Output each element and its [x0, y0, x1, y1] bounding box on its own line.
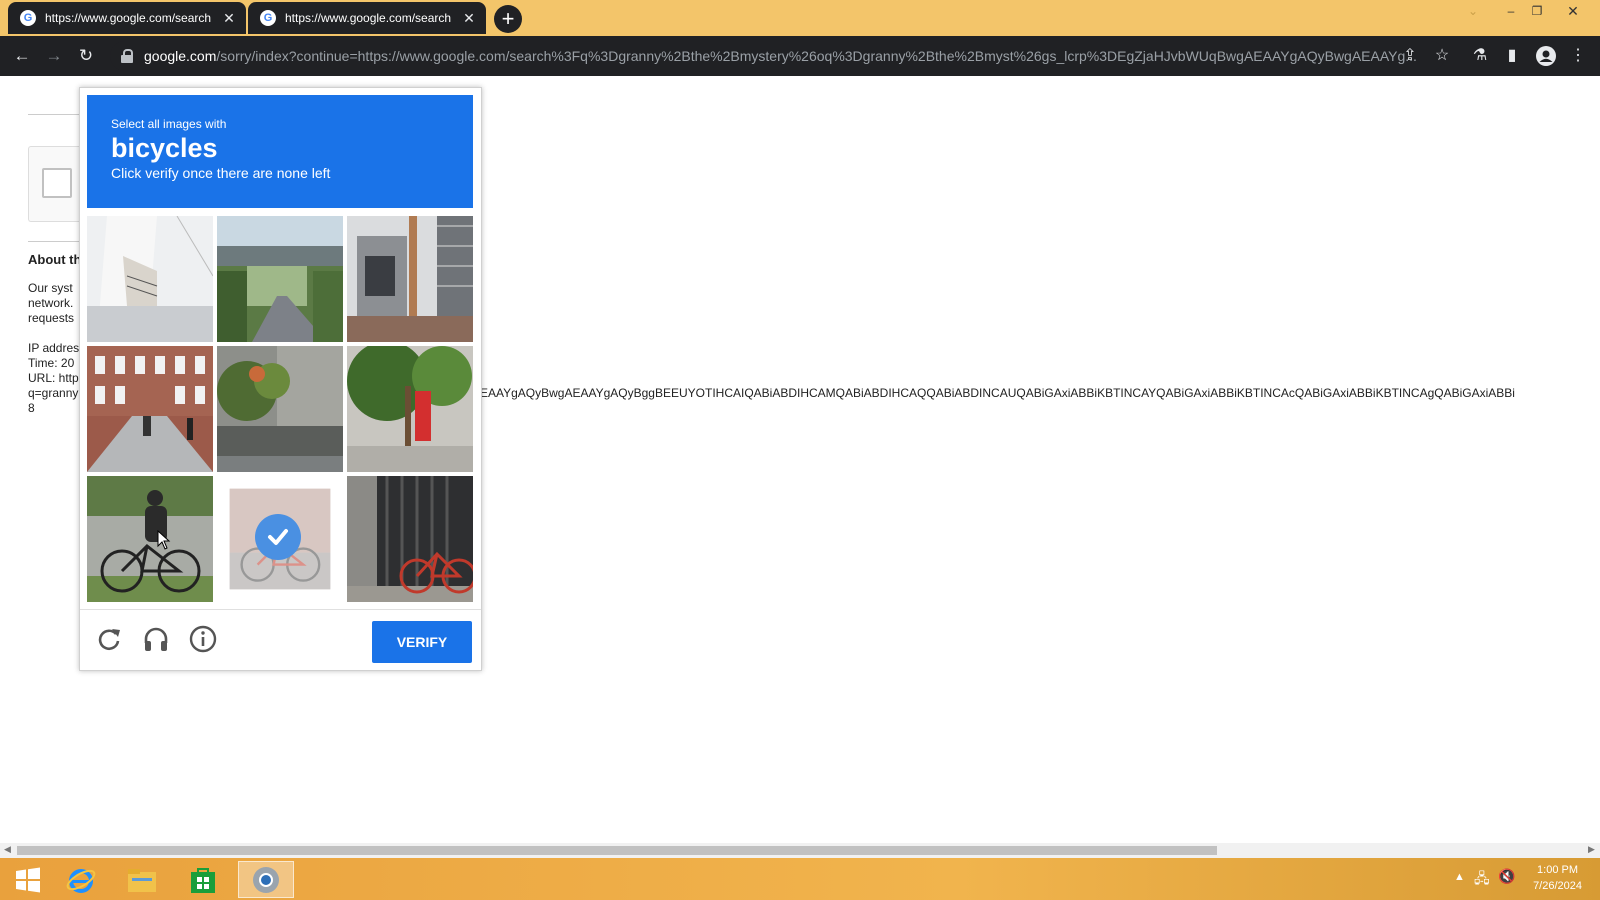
ip-line: q=granny [28, 386, 79, 400]
windows-taskbar: ▲ 🖧 🔇 1:00 PM 7/26/2024 [0, 858, 1600, 900]
tile-5-plants-wall[interactable] [217, 346, 343, 472]
show-hidden-icons-chevron-icon[interactable]: ▲ [1454, 871, 1465, 883]
browser-toolbar: ← → ↻ google.com /sorry/index?continue=h… [0, 36, 1600, 76]
volume-muted-icon[interactable]: 🔇 [1498, 868, 1515, 885]
address-bar[interactable]: google.com /sorry/index?continue=https:/… [110, 41, 1445, 71]
menu-kebab-icon[interactable]: ⋮ [1566, 44, 1590, 68]
google-favicon-icon: G [20, 10, 36, 26]
tab-2[interactable]: G https://www.google.com/search ✕ [248, 2, 486, 34]
ip-line: 8 [28, 401, 35, 415]
labs-flask-icon[interactable]: ⚗ [1468, 44, 1492, 68]
close-tab-icon[interactable]: ✕ [220, 10, 238, 27]
clock-date: 7/26/2024 [1533, 880, 1582, 892]
tile-8-bicycle[interactable] [217, 476, 343, 602]
close-tab-icon[interactable]: ✕ [460, 10, 478, 27]
image-grid [87, 216, 473, 602]
instruction-text: Select all images with [111, 117, 227, 131]
about-heading: About th [28, 252, 82, 267]
windows-store-icon[interactable] [175, 861, 231, 898]
profile-avatar-icon[interactable] [1534, 44, 1558, 68]
recaptcha-challenge: Select all images with bicycles Click ve… [79, 87, 482, 671]
url-path: /sorry/index?continue=https://www.google… [216, 48, 1417, 64]
tile-9-parked-bicycle[interactable] [347, 476, 473, 602]
internet-explorer-icon[interactable] [53, 861, 109, 898]
audio-challenge-headphones-icon[interactable] [141, 624, 171, 654]
tile-6-tree-sidewalk[interactable] [347, 346, 473, 472]
scroll-left-arrow-icon[interactable]: ◀ [4, 844, 11, 855]
start-button-windows-icon[interactable] [0, 861, 56, 898]
para-line: Our syst [28, 281, 73, 295]
tile-7-cyclist[interactable] [87, 476, 213, 602]
reload-challenge-icon[interactable] [94, 624, 124, 654]
scroll-right-arrow-icon[interactable]: ▶ [1588, 844, 1595, 855]
horizontal-scrollbar[interactable]: ◀ ▶ [0, 843, 1600, 858]
file-explorer-folder-icon[interactable] [114, 861, 170, 898]
challenge-header: Select all images with bicycles Click ve… [87, 95, 473, 208]
side-panel-icon[interactable]: ▮ [1500, 44, 1524, 68]
bookmark-star-icon[interactable]: ☆ [1430, 44, 1454, 68]
ip-line: URL: http [28, 371, 79, 385]
system-clock[interactable]: 1:00 PM 7/26/2024 [1533, 862, 1582, 894]
minimize-button[interactable]: – [1498, 0, 1524, 22]
lock-icon[interactable] [120, 49, 134, 63]
close-window-button[interactable]: ✕ [1560, 0, 1586, 22]
tab-title: https://www.google.com/search [285, 11, 452, 25]
tile-4-street-buildings[interactable] [87, 346, 213, 472]
info-icon[interactable] [188, 624, 218, 654]
ip-line: IP addres [28, 341, 80, 355]
tile-1-building-balcony[interactable] [87, 216, 213, 342]
long-url-text: EAAYgAQyBwgAEAAYgAQyBggBEEUYOTIHCAIQABiA… [480, 386, 1515, 400]
url-host: google.com [144, 48, 217, 64]
para-line: network. [28, 296, 74, 310]
verify-button[interactable]: VERIFY [372, 621, 472, 663]
share-icon[interactable]: ⇪ [1398, 44, 1422, 68]
tab-1[interactable]: G https://www.google.com/search ✕ [8, 2, 246, 34]
selected-check-icon [255, 514, 301, 560]
recaptcha-checkbox[interactable] [42, 168, 72, 198]
para-line: requests [28, 311, 75, 325]
challenge-footer: VERIFY [80, 609, 481, 671]
tab-search-icon[interactable]: ⌄ [1460, 0, 1486, 22]
clock-time: 1:00 PM [1537, 864, 1579, 876]
tab-title: https://www.google.com/search [45, 11, 212, 25]
ip-line: Time: 20 [28, 356, 75, 370]
browser-title-bar: G https://www.google.com/search ✕ G http… [0, 0, 1600, 36]
back-arrow-icon[interactable]: ← [10, 44, 34, 68]
new-tab-button[interactable]: + [494, 5, 522, 33]
tile-2-bridge-road[interactable] [217, 216, 343, 342]
tile-3-building-stairs[interactable] [347, 216, 473, 342]
instruction-subtext: Click verify once there are none left [111, 165, 331, 181]
scrollbar-thumb[interactable] [17, 846, 1217, 855]
reload-icon[interactable]: ↻ [74, 44, 98, 68]
restore-button[interactable]: ❐ [1524, 0, 1550, 22]
google-favicon-icon: G [260, 10, 276, 26]
forward-arrow-icon[interactable]: → [42, 44, 66, 68]
network-icon[interactable]: 🖧 [1474, 868, 1490, 892]
chrome-taskbar-icon[interactable] [238, 861, 294, 898]
target-object: bicycles [111, 133, 218, 163]
